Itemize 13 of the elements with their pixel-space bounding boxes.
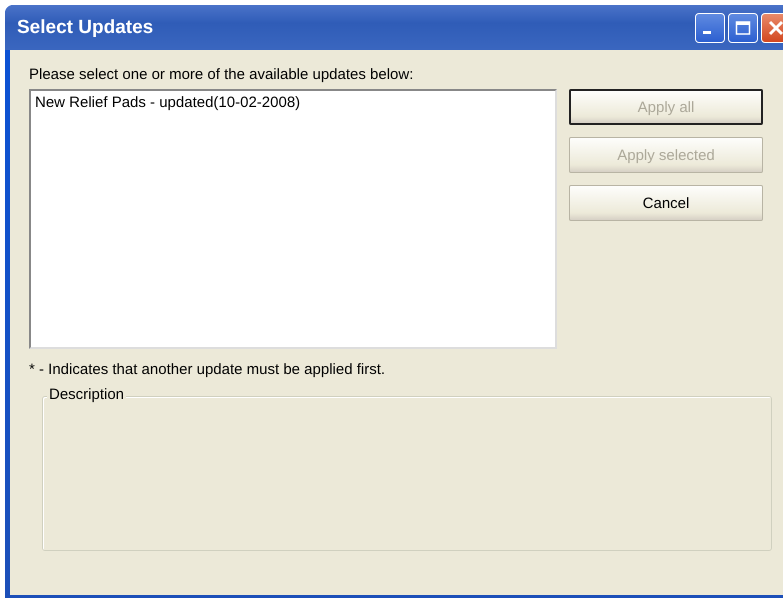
list-item[interactable]: New Relief Pads - updated(10-02-2008) [34, 94, 302, 111]
minimize-icon [703, 30, 711, 34]
footnote-text: * - Indicates that another update must be applied first. [29, 361, 386, 378]
maximize-button[interactable] [728, 12, 758, 42]
action-button[interactable]: Cancel [569, 185, 763, 221]
minimize-button[interactable] [695, 12, 725, 42]
maximize-icon [735, 20, 751, 36]
close-icon [768, 20, 783, 36]
close-button[interactable] [761, 12, 783, 42]
group-label: Description [47, 386, 126, 403]
window-title: Select Updates [17, 16, 154, 38]
updates-list[interactable]: New Relief Pads - updated(10-02-2008) [29, 89, 557, 349]
instruction-text: Please select one or more of the available updates below: [29, 66, 414, 83]
